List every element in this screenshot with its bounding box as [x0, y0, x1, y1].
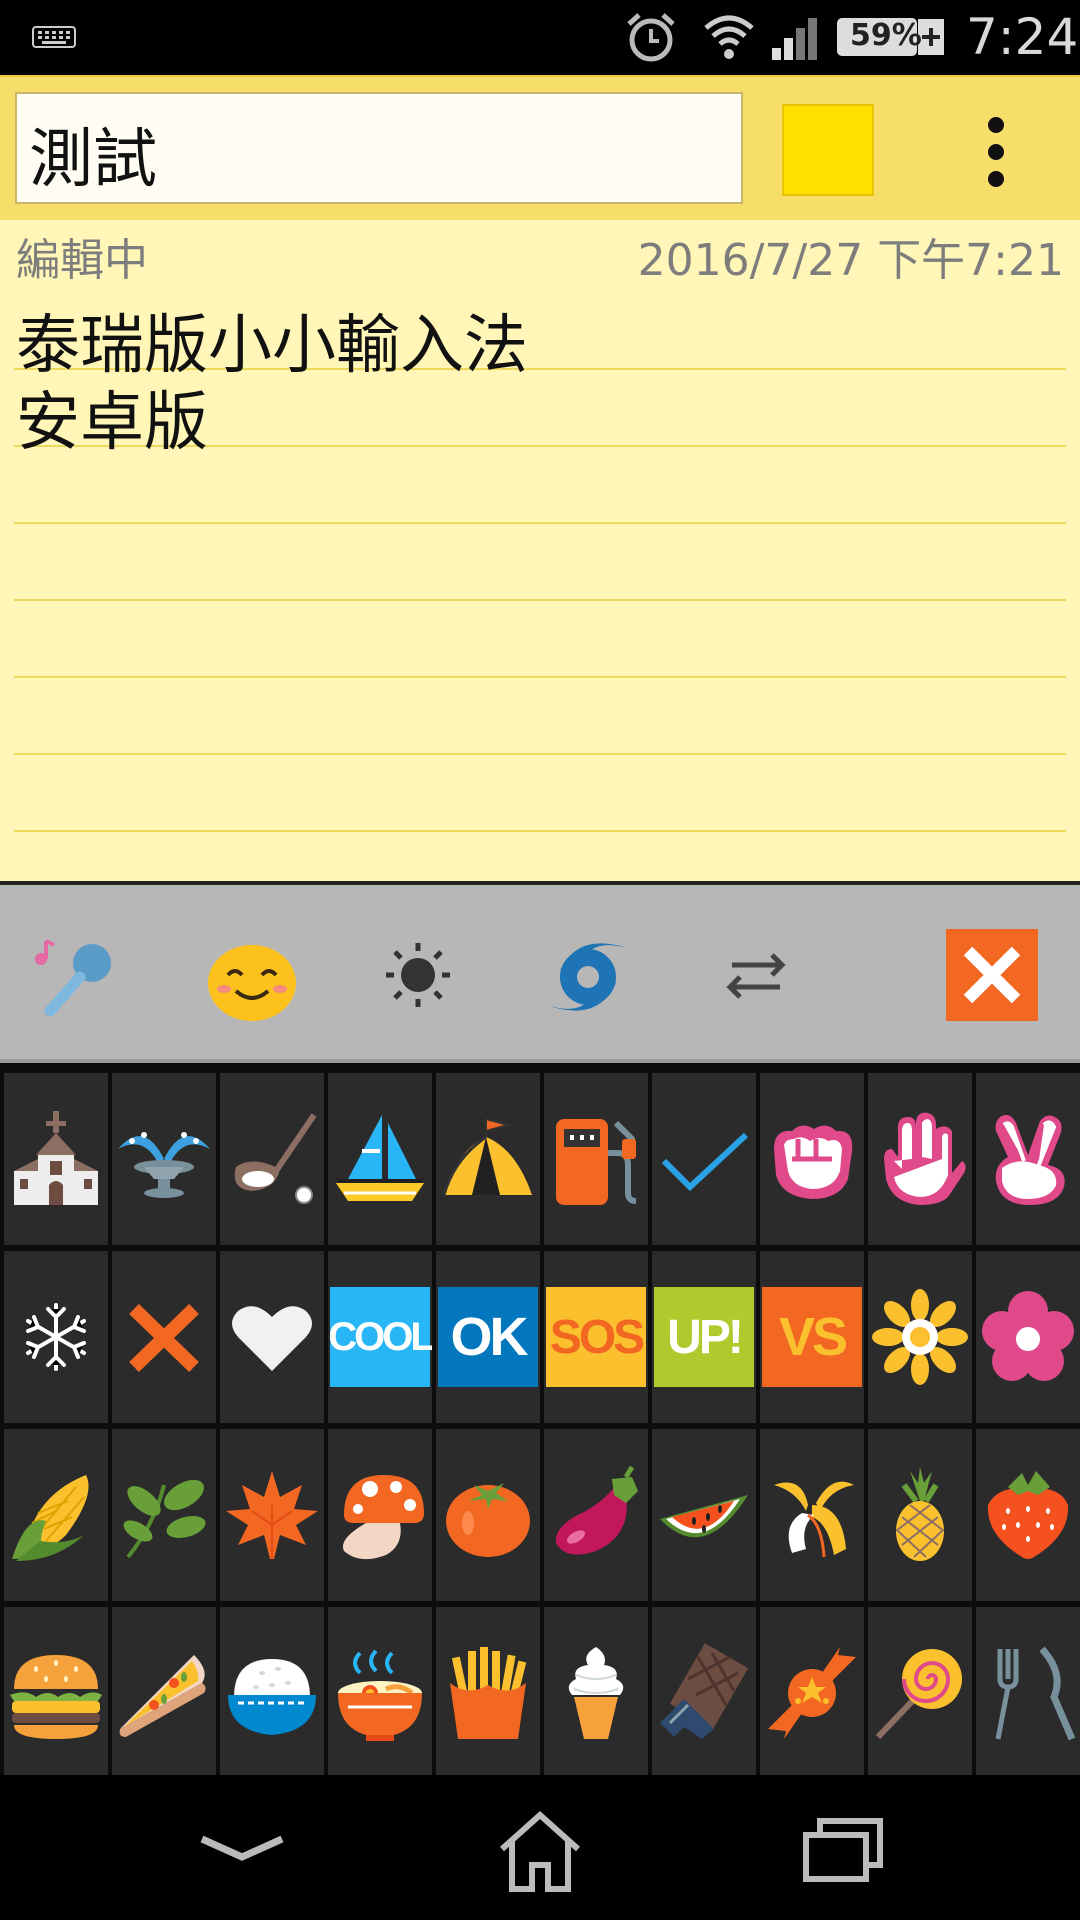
sun-icon[interactable] [368, 925, 468, 1025]
snowflake-emoji[interactable] [4, 1251, 108, 1423]
raised-hand-emoji[interactable] [868, 1073, 972, 1245]
church-emoji[interactable] [4, 1073, 108, 1245]
fries-emoji[interactable] [436, 1607, 540, 1779]
golf-emoji[interactable] [220, 1073, 324, 1245]
soft-serve-emoji[interactable] [544, 1607, 648, 1779]
microphone-icon[interactable] [32, 925, 132, 1025]
navigation-bar [0, 1775, 1080, 1920]
hamburger-emoji[interactable] [4, 1607, 108, 1779]
alarm-icon [627, 13, 675, 62]
blossom-emoji[interactable] [976, 1251, 1080, 1423]
mushroom-emoji[interactable] [328, 1429, 432, 1601]
heart-emoji[interactable] [220, 1251, 324, 1423]
note-timestamp: 2016/7/27 下午7:21 [637, 235, 1064, 286]
sailboat-emoji[interactable] [328, 1073, 432, 1245]
cool-label: COOL [328, 1287, 432, 1387]
herb-emoji[interactable] [112, 1429, 216, 1601]
cool-emoji[interactable]: COOL [328, 1251, 432, 1423]
cross-mark-emoji[interactable] [112, 1251, 216, 1423]
ruled-line [14, 753, 1066, 755]
ruled-line [14, 676, 1066, 678]
fist-emoji[interactable] [760, 1073, 864, 1245]
overflow-menu-icon[interactable] [976, 117, 1016, 187]
battery-level: 59% [850, 18, 922, 53]
ok-emoji[interactable]: OK [436, 1251, 540, 1423]
sunflower-emoji[interactable] [868, 1251, 972, 1423]
note-content[interactable]: 泰瑞版小小輸入法 安卓版 [16, 308, 528, 462]
tent-emoji[interactable] [436, 1073, 540, 1245]
note-body[interactable]: 編輯中 2016/7/27 下午7:21 泰瑞版小小輸入法 安卓版 [0, 220, 1080, 883]
check-mark-emoji[interactable] [652, 1073, 756, 1245]
eggplant-emoji[interactable] [544, 1429, 648, 1601]
sos-label: SOS [546, 1287, 646, 1387]
strawberry-emoji[interactable] [976, 1429, 1080, 1601]
home-icon[interactable] [490, 1805, 590, 1895]
close-icon[interactable] [946, 929, 1038, 1021]
emoji-toolbar [0, 885, 1080, 1063]
signal-icon [772, 18, 817, 60]
watermelon-emoji[interactable] [652, 1429, 756, 1601]
edit-status: 編輯中 [16, 235, 148, 286]
ok-label: OK [438, 1287, 538, 1387]
candy-emoji[interactable] [760, 1607, 864, 1779]
recent-apps-icon[interactable] [790, 1805, 890, 1895]
status-bar: 59% 7:24 [0, 0, 1080, 75]
fork-and-knife-emoji[interactable] [976, 1607, 1080, 1779]
back-chevron-icon[interactable] [192, 1805, 292, 1895]
fuel-pump-emoji[interactable] [544, 1073, 648, 1245]
chocolate-bar-emoji[interactable] [652, 1607, 756, 1779]
clock: 7:24 [966, 8, 1079, 66]
cyclone-icon[interactable] [538, 925, 638, 1025]
up-label: UP! [654, 1287, 754, 1387]
maple-leaf-emoji[interactable] [220, 1429, 324, 1601]
pineapple-emoji[interactable] [868, 1429, 972, 1601]
keyboard-icon [32, 26, 76, 48]
ruled-line [14, 599, 1066, 601]
rice-emoji[interactable] [220, 1607, 324, 1779]
ruled-line [14, 522, 1066, 524]
vs-label: VS [762, 1287, 862, 1387]
corn-emoji[interactable] [4, 1429, 108, 1601]
pizza-emoji[interactable] [112, 1607, 216, 1779]
victory-hand-emoji[interactable] [976, 1073, 1080, 1245]
sos-emoji[interactable]: SOS [544, 1251, 648, 1423]
wifi-icon [704, 15, 754, 59]
smiley-icon[interactable] [202, 925, 302, 1025]
ramen-emoji[interactable] [328, 1607, 432, 1779]
note-color-button[interactable] [782, 104, 874, 196]
tomato-emoji[interactable] [436, 1429, 540, 1601]
vs-emoji[interactable]: VS [760, 1251, 864, 1423]
banana-emoji[interactable] [760, 1429, 864, 1601]
lollipop-emoji[interactable] [868, 1607, 972, 1779]
note-title-input[interactable]: 測試 [15, 92, 743, 204]
note-header: 測試 [0, 75, 1080, 220]
ruled-line [14, 830, 1066, 832]
emoji-grid: COOL OK SOS UP! VS [0, 1063, 1080, 1779]
up-emoji[interactable]: UP! [652, 1251, 756, 1423]
swap-arrows-icon[interactable] [706, 925, 806, 1025]
fountain-emoji[interactable] [112, 1073, 216, 1245]
